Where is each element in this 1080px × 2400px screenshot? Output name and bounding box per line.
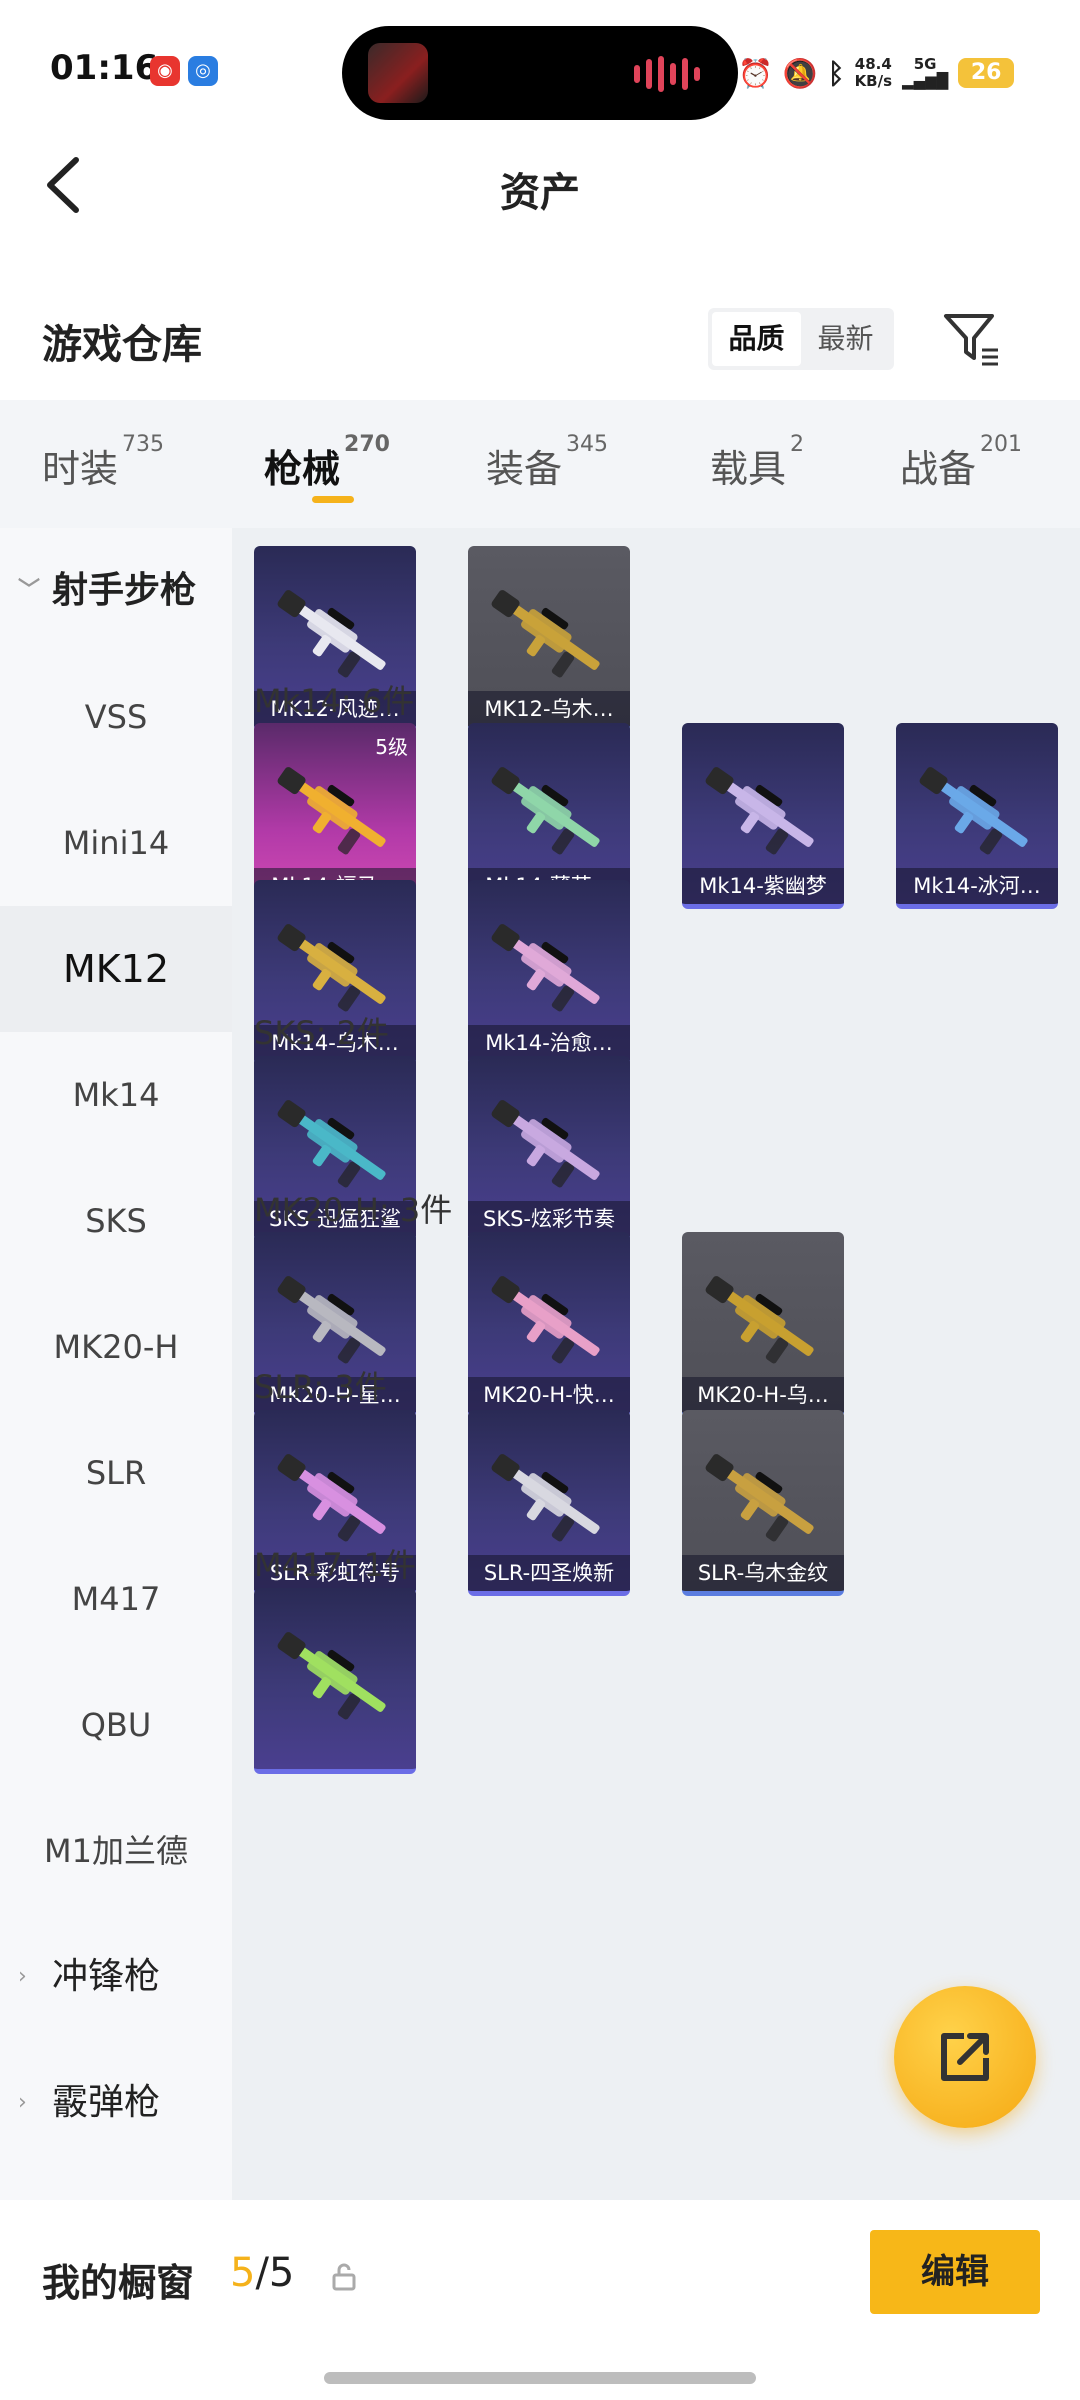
weapon-skin-icon [277,1632,386,1720]
weapon-skin-name: Mk14-紫幽梦 [682,868,844,904]
weapon-skin-icon [705,1276,814,1364]
sidebar-item-mk14[interactable]: Mk14 [0,1032,232,1158]
showcase-label: 我的橱窗 [42,2261,195,2305]
group-label: SLR: 3件 [254,1368,387,1406]
weapon-skin-icon [277,1100,386,1188]
sort-toggle: 品质 最新 [708,308,894,370]
dynamic-island[interactable] [342,26,738,120]
weapon-skin-icon [277,767,386,855]
weapon-skin-name: MK20-H-快… [468,1377,630,1413]
tab-outfits[interactable]: 时装735 [42,432,164,493]
weapon-skin-icon [491,767,600,855]
group-label: SKS: 2件 [254,1014,389,1052]
netease-music-icon: ◉ [150,56,180,86]
signal-icon: ▂▄▆█ [902,72,949,90]
album-art-thumbnail [368,43,428,103]
share-icon [941,2033,989,2081]
sidebar-item-m417[interactable]: M417 [0,1536,232,1662]
weapon-skin-icon [277,590,386,678]
tab-supplies[interactable]: 战备201 [900,432,1022,493]
sort-by-quality[interactable]: 品质 [712,312,801,366]
tab-firearms[interactable]: 枪械270 [264,432,390,493]
weapon-skin-icon [919,767,1028,855]
sidebar-item-mini14[interactable]: Mini14 [0,780,232,906]
net-speed: 48.4 KB/s [854,55,893,90]
weapon-skin-icon [491,1276,600,1364]
showcase-count: 5/5 [230,2250,295,2296]
audio-wave-icon [634,56,700,92]
lock-icon [330,2262,358,2292]
sidebar-item-mk12[interactable]: MK12 [0,906,232,1032]
weapon-category-sidebar: ﹀ 射手步枪 VSS Mini14 MK12 Mk14 SKS MK20-H SL… [0,528,232,2200]
weapon-skin-icon [491,1454,600,1542]
sidebar-group-smg[interactable]: › 冲锋枪 [0,1914,232,2040]
group-label: MK20-H: 3件 [254,1191,453,1229]
chevron-down-icon: ﹀ [18,578,41,603]
weapon-skin-card[interactable]: SLR-四圣焕新 [468,1410,630,1596]
weapon-skin-card[interactable]: MK20-H-乌… [682,1232,844,1418]
weapon-skin-name: SLR-四圣焕新 [468,1555,630,1591]
weapon-skin-icon [491,590,600,678]
section-title: 游戏仓库 [42,322,202,368]
weapon-skin-icon [705,767,814,855]
sidebar-item-sks[interactable]: SKS [0,1158,232,1284]
network-indicator: 5G ▂▄▆█ [902,55,949,90]
weapon-skin-card[interactable]: Mk14-治愈… [468,880,630,1066]
weapon-skin-icon [705,1454,814,1542]
sort-by-newest[interactable]: 最新 [801,312,890,366]
chevron-right-icon: › [18,2090,27,2115]
weapon-skin-card[interactable]: MK20-H-快… [468,1232,630,1418]
sidebar-item-qbu[interactable]: QBU [0,1662,232,1788]
tab-equipment[interactable]: 装备345 [486,432,608,493]
alarm-icon: ⏰ [738,56,773,90]
weapon-skin-card[interactable]: SKS-炫彩节奏 [468,1056,630,1242]
weapon-grid: MK12-风迹…MK12-乌木…Mk14: 6件5级Mk14-福马…Mk14-薄… [232,528,1080,2200]
tab-vehicles[interactable]: 载具2 [710,432,804,493]
mute-icon: 🔕 [782,56,818,90]
weapon-skin-icon [277,924,386,1012]
weapon-skin-card[interactable]: Mk14-紫幽梦 [682,723,844,909]
system-icons: ⏰ 🔕 ᛒ 48.4 KB/s 5G ▂▄▆█ 26 [738,48,1015,98]
bluetooth-icon: ᛒ [827,56,845,90]
weapon-skin-icon [491,1100,600,1188]
weapon-skin-card[interactable]: Mk14-冰河… [896,723,1058,909]
edit-button[interactable]: 编辑 [870,2230,1040,2314]
chevron-right-icon: › [18,1964,27,1989]
category-tabs: 时装735 枪械270 装备345 载具2 战备201 [0,400,1080,528]
sidebar-item-vss[interactable]: VSS [0,654,232,780]
sidebar-group-marksman-rifle[interactable]: ﹀ 射手步枪 [0,528,232,654]
home-indicator[interactable] [324,2372,756,2384]
weapon-skin-name: MK20-H-乌… [682,1377,844,1413]
active-tab-indicator [312,496,354,503]
weapon-skin-icon [277,1454,386,1542]
weapon-skin-card[interactable]: SLR-乌木金纹 [682,1410,844,1596]
weapon-skin-icon [277,1276,386,1364]
weapon-skin-card[interactable] [254,1588,416,1774]
battery-icon: 26 [958,58,1015,88]
weapon-skin-icon [491,924,600,1012]
weapon-skin-card[interactable]: MK12-乌木… [468,546,630,732]
sidebar-item-slr[interactable]: SLR [0,1410,232,1536]
level-badge: 5级 [375,735,408,759]
showcase-bar: 我的橱窗 5/5 编辑 [0,2200,1080,2400]
group-label: M417: 1件 [254,1546,417,1584]
sidebar-item-m1-garand[interactable]: M1加兰德 [0,1788,232,1914]
share-fab[interactable] [894,1986,1036,2128]
weapon-skin-name: Mk14-冰河… [896,868,1058,904]
sidebar-group-shotgun[interactable]: › 霰弹枪 [0,2040,232,2166]
weapon-skin-name: SLR-乌木金纹 [682,1555,844,1591]
sidebar-item-mk20h[interactable]: MK20-H [0,1284,232,1410]
group-label: Mk14: 6件 [254,682,415,720]
status-bar: 01:16 ◉ ◎ ⏰ 🔕 ᛒ 48.4 KB/s 5G ▂▄▆█ 26 [0,0,1080,130]
page-title: 资产 [500,170,580,216]
filter-icon[interactable] [940,308,1004,370]
weapon-skin-name: MK12-乌木… [468,691,630,727]
status-time: 01:16 [50,48,159,88]
app-notification-icon: ◎ [188,56,218,86]
